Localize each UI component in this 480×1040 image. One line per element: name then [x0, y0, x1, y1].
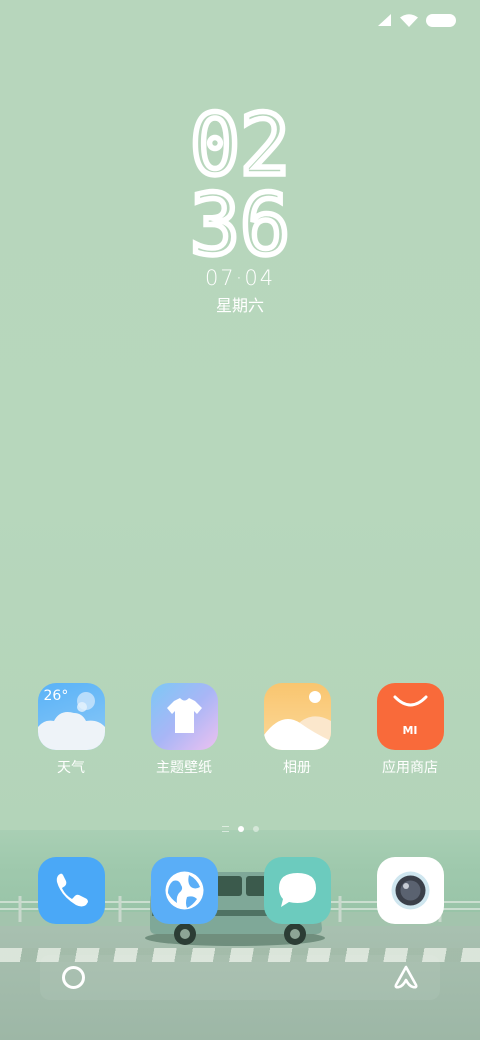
svg-text:02: 02 [190, 108, 290, 182]
mi-logo: MI [402, 724, 418, 737]
weekday-text: 星期六 [215, 296, 264, 315]
clock-minute: 36 [187, 188, 293, 262]
clock-hour: 02 [187, 108, 293, 182]
assistant-icon[interactable] [392, 964, 420, 990]
page-dot[interactable] [252, 826, 259, 832]
dock-messages[interactable] [252, 857, 342, 924]
home-screen: 02 36 07·04 星期六 26° 天气 主题壁纸 相册 MI 应用商店 [0, 0, 480, 1040]
app-label: 相册 [283, 760, 311, 776]
app-weather[interactable]: 26° 天气 [26, 683, 116, 777]
messages-icon [263, 857, 331, 924]
page-indicator[interactable] [0, 826, 480, 832]
browser-globe-icon [150, 857, 218, 924]
dock-camera[interactable] [365, 857, 455, 924]
navigation-bar [40, 955, 440, 1000]
app-label: 天气 [57, 760, 85, 776]
weather-icon: 26° [37, 683, 105, 750]
status-bar [378, 10, 456, 30]
signal-icon [378, 14, 391, 26]
app-label: 应用商店 [382, 760, 438, 776]
wifi-icon [400, 13, 418, 27]
phone-icon [37, 857, 105, 924]
battery-icon [426, 13, 456, 27]
app-themes[interactable]: 主题壁纸 [139, 683, 229, 777]
app-store[interactable]: MI 应用商店 [365, 683, 455, 777]
dock-browser[interactable] [139, 857, 229, 924]
app-gallery[interactable]: 相册 [252, 683, 342, 777]
app-label: 主题壁纸 [156, 760, 212, 776]
weather-temperature: 26° [43, 688, 69, 704]
date-text: 07·04 [204, 266, 276, 290]
page-dot-active[interactable] [237, 826, 244, 832]
app-store-icon: MI [376, 683, 444, 750]
camera-icon [376, 857, 444, 924]
dock-phone[interactable] [26, 857, 116, 924]
gallery-icon [263, 683, 331, 750]
home-circle-icon[interactable] [62, 966, 85, 989]
svg-text:36: 36 [190, 188, 290, 262]
theme-shirt-icon [150, 683, 218, 750]
clock-widget[interactable]: 02 36 07·04 星期六 [0, 108, 480, 316]
page-list-icon[interactable] [221, 826, 229, 832]
